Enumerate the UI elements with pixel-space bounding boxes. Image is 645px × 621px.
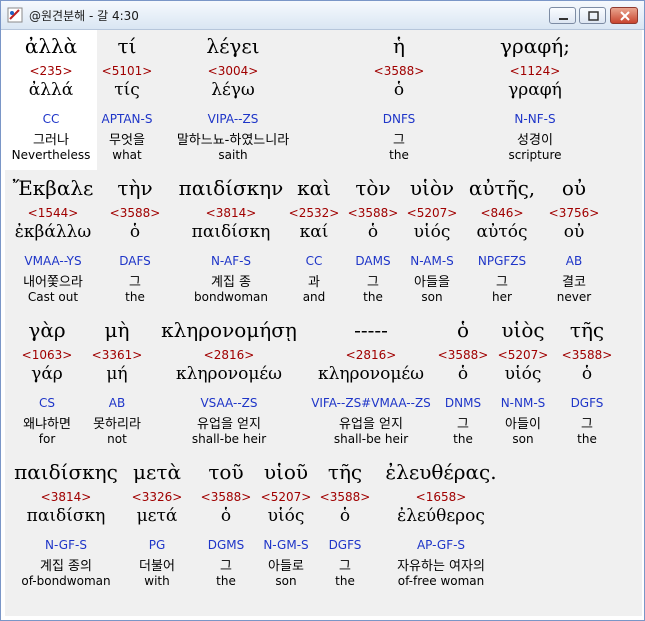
morphology-code: AB bbox=[565, 254, 583, 268]
app-window: @원견분해 - 갈 4:30 ἀλλὰ <235> ἀλλά CC 그러나 Neverth… bbox=[0, 0, 645, 621]
korean-gloss: 성경이 bbox=[517, 133, 553, 148]
korean-gloss: 그 bbox=[581, 417, 593, 432]
strongs-number[interactable]: <1124> bbox=[435, 64, 635, 78]
greek-word: ἐλευθέρας. bbox=[385, 460, 497, 484]
lemma: ἐλεύθερος bbox=[397, 506, 485, 526]
close-button[interactable] bbox=[610, 7, 638, 24]
strongs-number[interactable]: <3756> bbox=[474, 206, 645, 220]
english-gloss: of-free woman bbox=[397, 574, 485, 588]
strongs-number[interactable]: <1658> bbox=[341, 490, 541, 504]
korean-gloss: 결코 bbox=[562, 275, 586, 290]
morphology-code: N-NF-S bbox=[514, 112, 556, 126]
morphology-code: AP-GF-S bbox=[416, 538, 466, 552]
english-gloss: never bbox=[556, 290, 592, 304]
lemma: ὁ bbox=[581, 364, 593, 384]
english-gloss: scripture bbox=[508, 148, 562, 162]
morphology-code: DGFS bbox=[570, 396, 604, 410]
greek-word: γραφή; bbox=[500, 34, 570, 58]
app-icon bbox=[7, 7, 23, 23]
korean-gloss: 자유하는 여자의 bbox=[397, 559, 485, 574]
lemma: γραφή bbox=[508, 80, 562, 100]
maximize-button[interactable] bbox=[579, 7, 606, 24]
english-gloss: the bbox=[577, 432, 597, 446]
window-title: @원견분해 - 갈 4:30 bbox=[29, 9, 139, 23]
minimize-button[interactable] bbox=[549, 7, 576, 24]
lemma: οὐ bbox=[563, 222, 585, 242]
interlinear-view: ἀλλὰ <235> ἀλλά CC 그러나 Nevertheless τί <5101> τί… bbox=[5, 30, 642, 616]
strongs-number[interactable]: <3588> bbox=[487, 348, 645, 362]
greek-word: τῆς bbox=[569, 318, 605, 342]
greek-word: οὐ bbox=[561, 176, 587, 200]
title-bar[interactable]: @원견분해 - 갈 4:30 bbox=[1, 1, 644, 30]
